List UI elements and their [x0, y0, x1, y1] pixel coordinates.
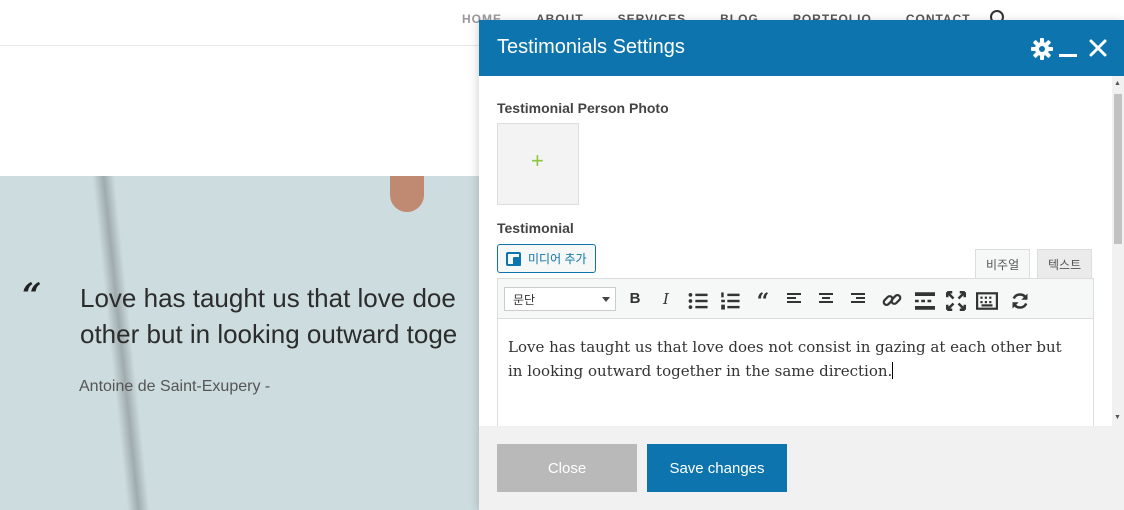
- photo-label: Testimonial Person Photo: [497, 100, 669, 116]
- keyboard-icon[interactable]: [976, 291, 998, 311]
- scroll-up-icon[interactable]: ▲: [1114, 80, 1121, 87]
- gear-icon[interactable]: [1031, 38, 1053, 60]
- modal-header: Testimonials Settings: [479, 20, 1124, 76]
- modal-footer: Close Save changes: [479, 426, 1124, 510]
- testimonial-label: Testimonial: [497, 220, 574, 236]
- scrollbar-thumb[interactable]: [1114, 94, 1122, 244]
- rich-text-editor: 문단 B I “ Love has taught us that love do…: [497, 278, 1094, 426]
- minimize-icon[interactable]: [1059, 54, 1077, 57]
- modal-scrollbar[interactable]: ▲ ▼: [1112, 76, 1124, 426]
- add-media-label: 미디어 추가: [528, 252, 587, 266]
- modal-title: Testimonials Settings: [497, 36, 685, 58]
- close-button[interactable]: Close: [497, 444, 637, 492]
- close-icon[interactable]: [1088, 38, 1108, 58]
- format-select[interactable]: 문단: [504, 287, 616, 311]
- align-center-icon[interactable]: [819, 293, 833, 304]
- tab-visual[interactable]: 비주얼: [975, 249, 1031, 279]
- align-right-icon[interactable]: [851, 293, 865, 304]
- editor-toolbar: 문단 B I “: [498, 279, 1093, 319]
- add-photo-icon: +: [531, 148, 544, 173]
- editor-content[interactable]: Love has taught us that love does not co…: [508, 335, 1068, 383]
- tab-text[interactable]: 텍스트: [1037, 249, 1093, 279]
- fullscreen-icon[interactable]: [945, 291, 967, 311]
- read-more-icon[interactable]: [914, 291, 936, 311]
- italic-icon[interactable]: I: [655, 289, 677, 309]
- scroll-down-icon[interactable]: ▼: [1114, 414, 1121, 421]
- format-select-value: 문단: [513, 293, 536, 307]
- background-photo-detail: [390, 176, 424, 212]
- chevron-down-icon: [602, 297, 610, 302]
- refresh-icon[interactable]: [1009, 291, 1031, 311]
- testimonial-text: Love has taught us that love does not co…: [508, 338, 1062, 380]
- text-cursor: [892, 362, 894, 379]
- testimonial-quote: Love has taught us that love doe other b…: [80, 283, 458, 349]
- media-icon: [506, 251, 522, 266]
- modal-body: Testimonial Person Photo + Testimonial 미…: [479, 76, 1124, 426]
- testimonial-author: Antoine de Saint-Exupery -: [79, 378, 271, 395]
- add-media-button[interactable]: 미디어 추가: [497, 244, 596, 273]
- link-icon[interactable]: [881, 290, 903, 310]
- quote-mark-icon: “: [22, 276, 42, 316]
- bold-icon[interactable]: B: [624, 289, 646, 309]
- align-left-icon[interactable]: [787, 293, 801, 304]
- photo-upload-box[interactable]: +: [497, 123, 579, 205]
- testimonials-settings-modal: Testimonials Settings Testimonial Person…: [479, 20, 1124, 510]
- bullet-list-icon[interactable]: [688, 291, 710, 311]
- blockquote-icon[interactable]: “: [752, 289, 774, 315]
- numbered-list-icon[interactable]: [720, 291, 742, 311]
- save-changes-button[interactable]: Save changes: [647, 444, 787, 492]
